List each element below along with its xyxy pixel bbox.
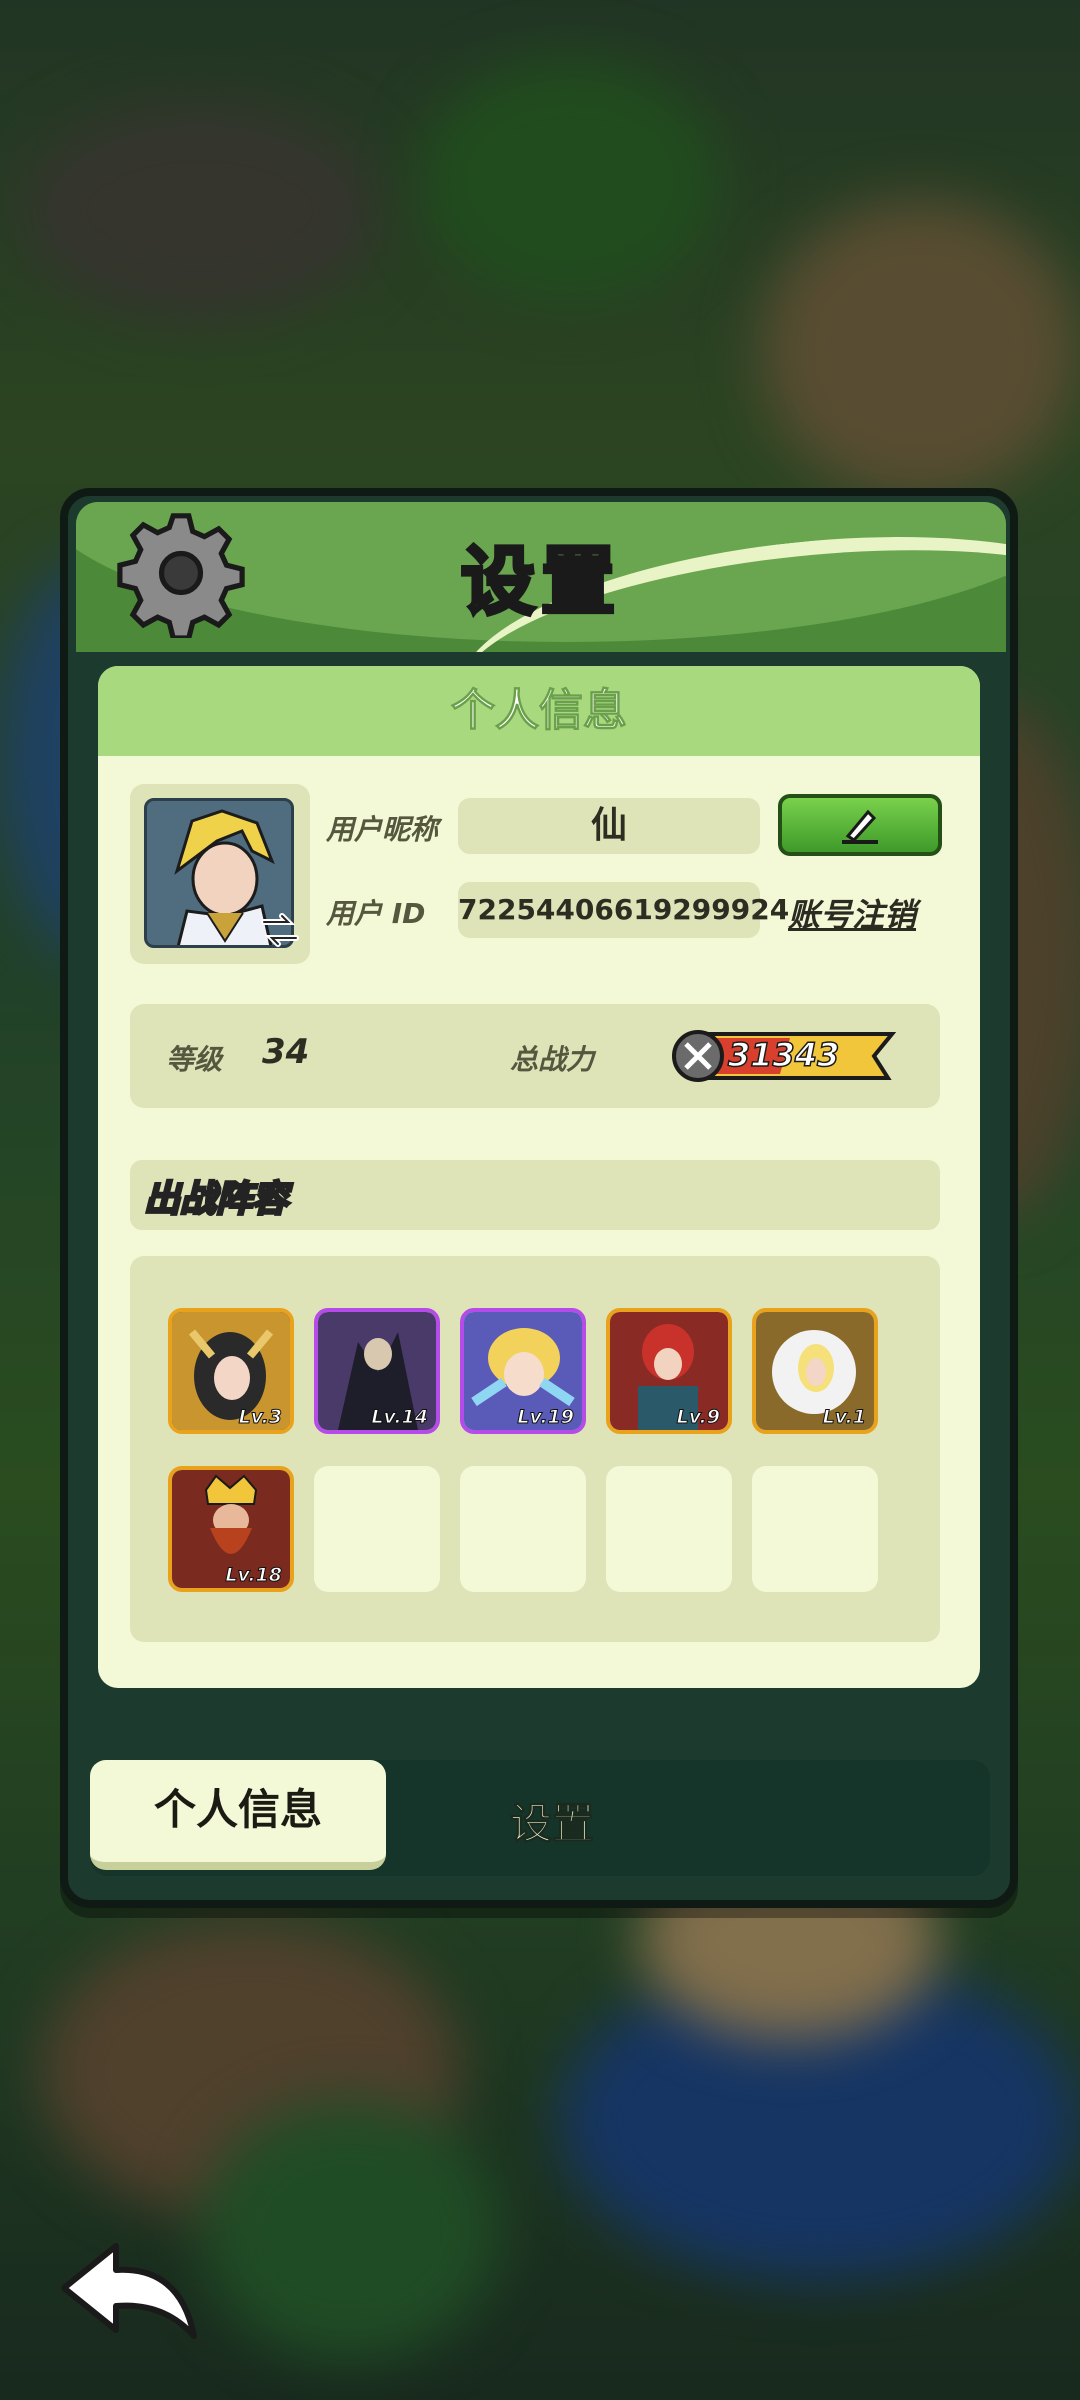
hero-slot-1[interactable]: Lv.3: [168, 1308, 294, 1434]
card-title: 个人信息: [98, 666, 980, 756]
empty-slot[interactable]: [314, 1466, 440, 1592]
page-title: 设置: [459, 537, 621, 627]
level-label: 等级: [166, 1043, 223, 1076]
tab-personal-info[interactable]: 个人信息: [90, 1760, 386, 1870]
pencil-icon: [842, 809, 878, 844]
hero-level: Lv.14: [371, 1406, 429, 1429]
hero-level: Lv.19: [517, 1406, 575, 1429]
power-badge: 31343: [670, 1028, 900, 1084]
panel-header: 设置: [76, 502, 1006, 652]
stats-row: 等级 34 总战力 31343: [130, 1004, 940, 1108]
hero-slot-4[interactable]: Lv.9: [606, 1308, 732, 1434]
swap-icon[interactable]: [258, 908, 302, 952]
level-value: 34: [262, 1032, 310, 1072]
user-id-value: 72254406619299924: [458, 882, 789, 938]
avatar-frame[interactable]: [130, 784, 310, 964]
empty-slot[interactable]: [460, 1466, 586, 1592]
power-label: 总战力: [510, 1043, 595, 1076]
user-id-label: 用户 ID: [326, 897, 426, 930]
hero-level: Lv.3: [238, 1406, 282, 1429]
hero-slot-2[interactable]: Lv.14: [314, 1308, 440, 1434]
tab-settings[interactable]: 设置: [509, 1790, 594, 1851]
hero-slot-6[interactable]: Lv.18: [168, 1466, 294, 1592]
hero-slot-5[interactable]: Lv.1: [752, 1308, 878, 1434]
hero-level: Lv.18: [225, 1564, 283, 1587]
empty-slot[interactable]: [606, 1466, 732, 1592]
hero-slot-3[interactable]: Lv.19: [460, 1308, 586, 1434]
lineup-title: 出战阵容: [142, 1178, 289, 1222]
empty-slot[interactable]: [752, 1466, 878, 1592]
nickname-value: 仙: [458, 798, 760, 854]
tab-bar: 个人信息 设置: [90, 1760, 990, 1876]
lineup-grid: Lv.3 Lv.14 Lv.19 Lv.9 Lv.1 Lv.18: [130, 1256, 940, 1642]
hero-level: Lv.1: [822, 1406, 866, 1429]
personal-info-card: 个人信息 用户昵称 仙 用户 ID 72254406619299924 账号注销…: [98, 666, 980, 1688]
lineup-header: 出战阵容: [130, 1160, 940, 1230]
edit-nickname-button[interactable]: [778, 794, 942, 856]
power-value: 31343: [727, 1035, 840, 1075]
nickname-label: 用户昵称: [326, 813, 439, 846]
back-arrow-icon[interactable]: [54, 2236, 204, 2346]
hero-level: Lv.9: [676, 1406, 720, 1429]
cancel-account-link[interactable]: 账号注销: [788, 890, 916, 936]
